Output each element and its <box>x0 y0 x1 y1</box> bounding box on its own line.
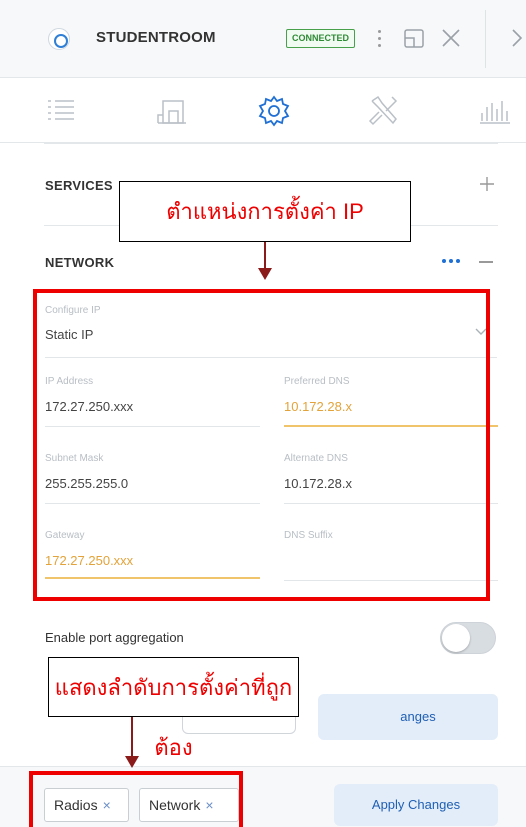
network-title[interactable]: NETWORK <box>45 255 114 270</box>
services-title[interactable]: SERVICES <box>45 178 113 193</box>
callout-arrow-line <box>131 717 133 757</box>
device-icon <box>48 28 70 50</box>
expand-plus-icon[interactable] <box>478 175 496 193</box>
more-horizontal-icon[interactable] <box>442 259 462 265</box>
chips-highlight <box>29 771 243 827</box>
callout-arrow-head <box>125 756 139 768</box>
ip-callout: ตำแหน่งการตั้งค่า IP <box>119 181 411 242</box>
settings-tabbar <box>0 79 526 143</box>
callout-arrow-head <box>258 268 272 280</box>
more-vertical-icon[interactable] <box>374 26 384 52</box>
order-callout: แสดงลำดับการตั้งค่าที่ถูกต้อง <box>48 657 299 760</box>
collapse-minus-icon[interactable] <box>479 261 493 263</box>
section-divider <box>44 143 498 144</box>
gear-icon[interactable] <box>256 93 292 129</box>
apply-changes-button-inline[interactable]: anges <box>318 694 498 740</box>
chevron-right-icon[interactable] <box>508 26 526 50</box>
callout-arrow-line <box>264 242 266 268</box>
popout-icon[interactable] <box>404 29 424 48</box>
network-settings-highlight <box>33 289 490 601</box>
close-icon[interactable] <box>440 27 462 49</box>
port-aggregation-label: Enable port aggregation <box>45 630 184 645</box>
device-name: STUDENTROOM <box>96 29 216 46</box>
header-divider <box>485 10 486 68</box>
stats-icon[interactable] <box>478 93 514 129</box>
status-badge: CONNECTED <box>286 29 356 48</box>
apply-changes-button[interactable]: Apply Changes <box>334 784 498 826</box>
tools-icon[interactable] <box>366 93 402 129</box>
port-aggregation-toggle[interactable] <box>440 622 496 654</box>
toggle-knob <box>442 624 470 652</box>
device-icon[interactable] <box>154 93 190 129</box>
list-icon[interactable] <box>44 93 80 129</box>
